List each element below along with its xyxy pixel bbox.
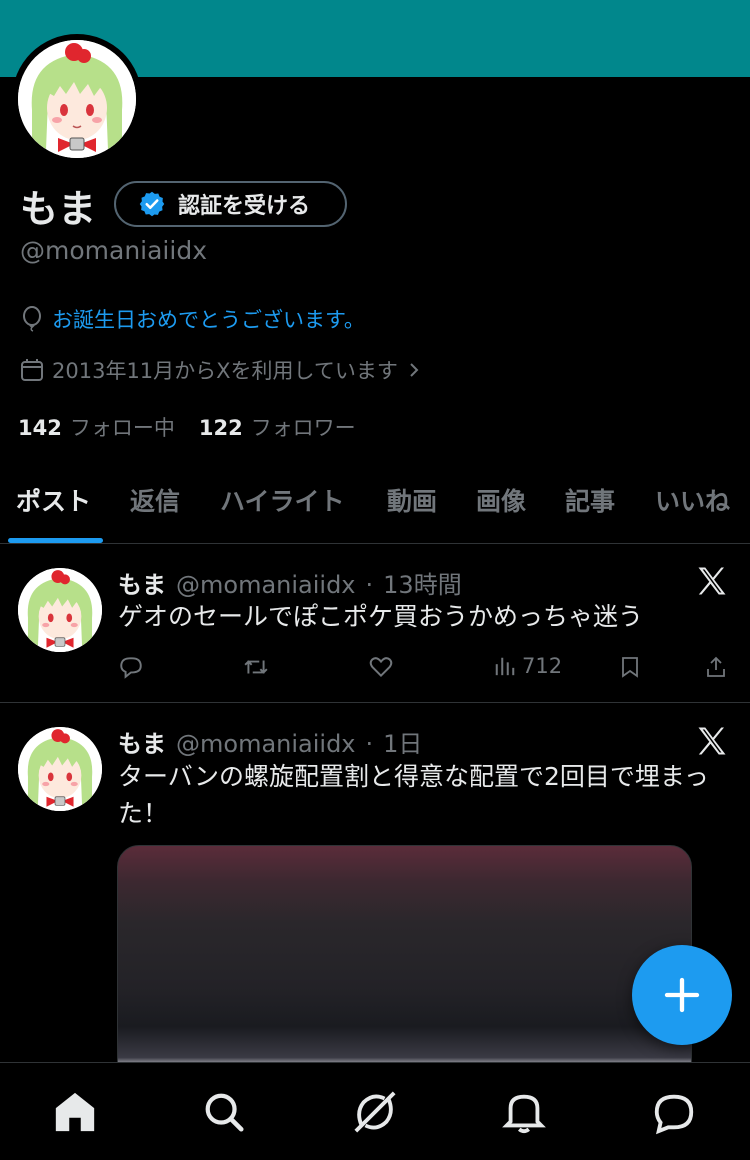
grok-icon[interactable] (352, 1089, 398, 1135)
post-author-handle[interactable]: @momaniaiidx (176, 571, 356, 599)
joined-row[interactable]: 2013年11月からXを利用しています (20, 355, 422, 385)
avatar-illustration (18, 568, 102, 652)
x-logo-icon[interactable] (694, 723, 730, 759)
post-actions: 712 (118, 654, 730, 684)
search-icon[interactable] (201, 1089, 247, 1135)
compose-button[interactable] (632, 945, 732, 1045)
reply-icon (120, 657, 142, 679)
post-time[interactable]: 1日 (383, 724, 422, 759)
post-separator: · (365, 730, 374, 758)
profile-name: もま (20, 187, 97, 231)
tab-articles[interactable]: 記事 (565, 482, 615, 518)
following-link[interactable]: 142 フォロー中 (18, 412, 175, 442)
profile-tabs: ポスト 返信 ハイライト 動画 画像 記事 いいね (0, 470, 750, 544)
tab-likes[interactable]: いいね (655, 482, 730, 518)
profile-handle: @momaniaiidx (20, 236, 207, 265)
post-text[interactable]: ターバンの螺旋配置割と得意な配置で2回目で埋まった！ (118, 758, 718, 832)
get-verified-button[interactable]: 認証を受ける (114, 181, 347, 227)
follow-stats: 142 フォロー中 122 フォロワー (18, 412, 356, 442)
post-divider (0, 702, 750, 703)
x-logo-icon[interactable] (694, 563, 730, 599)
verified-badge-icon (139, 191, 165, 217)
views-button[interactable]: 712 (494, 654, 562, 678)
chevron-right-icon (410, 363, 419, 377)
followers-count: 122 (198, 416, 243, 440)
get-verified-label: 認証を受ける (178, 194, 311, 219)
like-icon (369, 657, 393, 678)
repost-button[interactable] (242, 654, 270, 680)
views-icon (495, 657, 515, 676)
tab-videos[interactable]: 動画 (387, 482, 437, 518)
profile-avatar[interactable] (12, 34, 142, 164)
post-header: もま @momaniaiidx · 13時間 (118, 565, 462, 600)
calendar-icon (21, 359, 43, 381)
following-label: フォロー中 (69, 416, 175, 440)
post-header: もま @momaniaiidx · 1日 (118, 724, 422, 759)
tab-posts[interactable]: ポスト (16, 482, 91, 518)
post-author-name[interactable]: もま (118, 724, 166, 759)
messages-icon[interactable] (651, 1089, 697, 1135)
tab-replies[interactable]: 返信 (130, 482, 180, 518)
bookmark-button[interactable] (618, 654, 642, 680)
balloon-icon (23, 306, 41, 332)
bottom-navigation (0, 1062, 750, 1160)
active-tab-indicator (8, 538, 103, 543)
home-icon[interactable] (52, 1089, 98, 1135)
tab-highlights[interactable]: ハイライト (220, 482, 345, 518)
notifications-icon[interactable] (501, 1089, 547, 1135)
compose-plus-icon (664, 977, 700, 1013)
post-avatar[interactable] (18, 727, 102, 811)
avatar-illustration (18, 40, 136, 158)
followers-link[interactable]: 122 フォロワー (199, 412, 356, 442)
reply-button[interactable] (118, 654, 144, 680)
share-icon (707, 656, 725, 677)
post-avatar[interactable] (18, 568, 102, 652)
post-author-handle[interactable]: @momaniaiidx (176, 730, 356, 758)
repost-icon (244, 660, 268, 674)
post-author-name[interactable]: もま (118, 565, 166, 600)
followers-label: フォロワー (250, 416, 356, 440)
avatar-illustration (18, 727, 102, 811)
like-button[interactable] (368, 654, 394, 680)
post-separator: · (365, 571, 374, 599)
joined-text: 2013年11月からXを利用しています (52, 359, 398, 383)
following-count: 142 (18, 416, 62, 440)
share-button[interactable] (704, 654, 728, 680)
views-count: 712 (522, 654, 563, 678)
tab-images[interactable]: 画像 (476, 482, 526, 518)
post-text[interactable]: ゲオのセールでぽこポケ買おうかめっちゃ迷う (118, 598, 718, 635)
post-time[interactable]: 13時間 (383, 565, 462, 600)
bookmark-icon (622, 657, 638, 678)
birthday-text: お誕生日おめでとうございます。 (52, 308, 365, 332)
birthday-row: お誕生日おめでとうございます。 (20, 304, 365, 334)
